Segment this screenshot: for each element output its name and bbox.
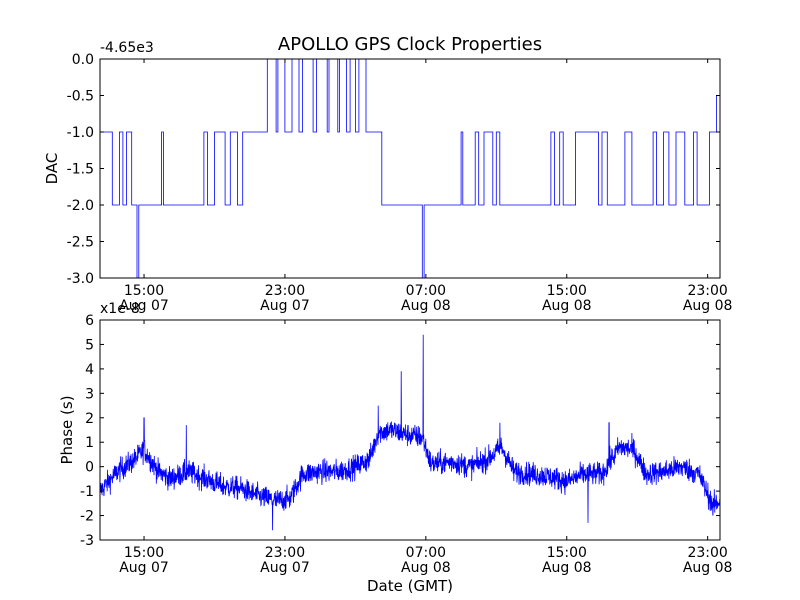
x-tick-label-date: Aug 07	[260, 560, 310, 576]
y-tick-label: -1.0	[67, 125, 94, 141]
x-tick-label-time: 07:00	[406, 283, 446, 299]
x-tick-label-date: Aug 08	[542, 560, 592, 576]
y-tick-label: 0	[85, 460, 94, 476]
x-tick-label-date: Aug 07	[119, 560, 169, 576]
x-tick-label-time: 23:00	[265, 283, 305, 299]
x-tick-label-date: Aug 08	[401, 298, 451, 314]
y-tick-label: -3.0	[67, 271, 94, 287]
y-tick-label: -2	[80, 509, 94, 525]
y-axis-label: Phase (s)	[58, 395, 76, 464]
x-tick-label-date: Aug 07	[260, 298, 310, 314]
axis-offset-label: -4.65e3	[100, 40, 154, 56]
phase-panel: 6543210-1-2-315:00Aug 0723:00Aug 0707:00…	[58, 301, 732, 576]
y-tick-label: -3	[80, 533, 94, 549]
x-tick-label-date: Aug 08	[683, 560, 733, 576]
y-tick-label: -2.5	[67, 235, 94, 251]
y-axis-label: DAC	[43, 153, 61, 185]
x-tick-label-time: 15:00	[547, 283, 587, 299]
x-tick-label-time: 07:00	[406, 545, 446, 561]
y-tick-label: 5	[85, 337, 94, 353]
x-tick-label-date: Aug 08	[401, 560, 451, 576]
phase-series-line	[100, 334, 720, 531]
dac-panel: 0.0-0.5-1.0-1.5-2.0-2.5-3.015:00Aug 0723…	[43, 40, 732, 314]
chart-title: APOLLO GPS Clock Properties	[278, 34, 542, 55]
x-tick-label-date: Aug 08	[683, 298, 733, 314]
x-tick-label-time: 15:00	[124, 283, 164, 299]
y-tick-label: -1	[80, 484, 94, 500]
plot-frame	[99, 319, 721, 541]
x-tick-label-time: 15:00	[547, 545, 587, 561]
x-tick-label-time: 23:00	[687, 283, 727, 299]
y-tick-label: 3	[85, 386, 94, 402]
x-tick-label-time: 15:00	[124, 545, 164, 561]
plot-frame	[99, 58, 721, 279]
x-tick-label-time: 23:00	[687, 545, 727, 561]
axis-offset-label: x1e-8	[100, 301, 140, 317]
y-tick-label: 0.0	[72, 52, 94, 68]
y-tick-label: 2	[85, 411, 94, 427]
chart-figure: APOLLO GPS Clock Properties 0.0 -0.5 -1.0 -…	[43, 34, 732, 595]
x-axis-label: Date (GMT)	[367, 577, 453, 595]
x-tick-label-time: 23:00	[265, 545, 305, 561]
dac-series-line	[100, 59, 720, 278]
y-tick-label: -2.0	[67, 198, 94, 214]
y-tick-label: 6	[85, 313, 94, 329]
y-tick-label: 1	[85, 435, 94, 451]
y-tick-label: -0.5	[67, 89, 94, 105]
y-tick-label: 4	[85, 362, 94, 378]
y-tick-label: -1.5	[67, 162, 94, 178]
x-tick-label-date: Aug 08	[542, 298, 592, 314]
